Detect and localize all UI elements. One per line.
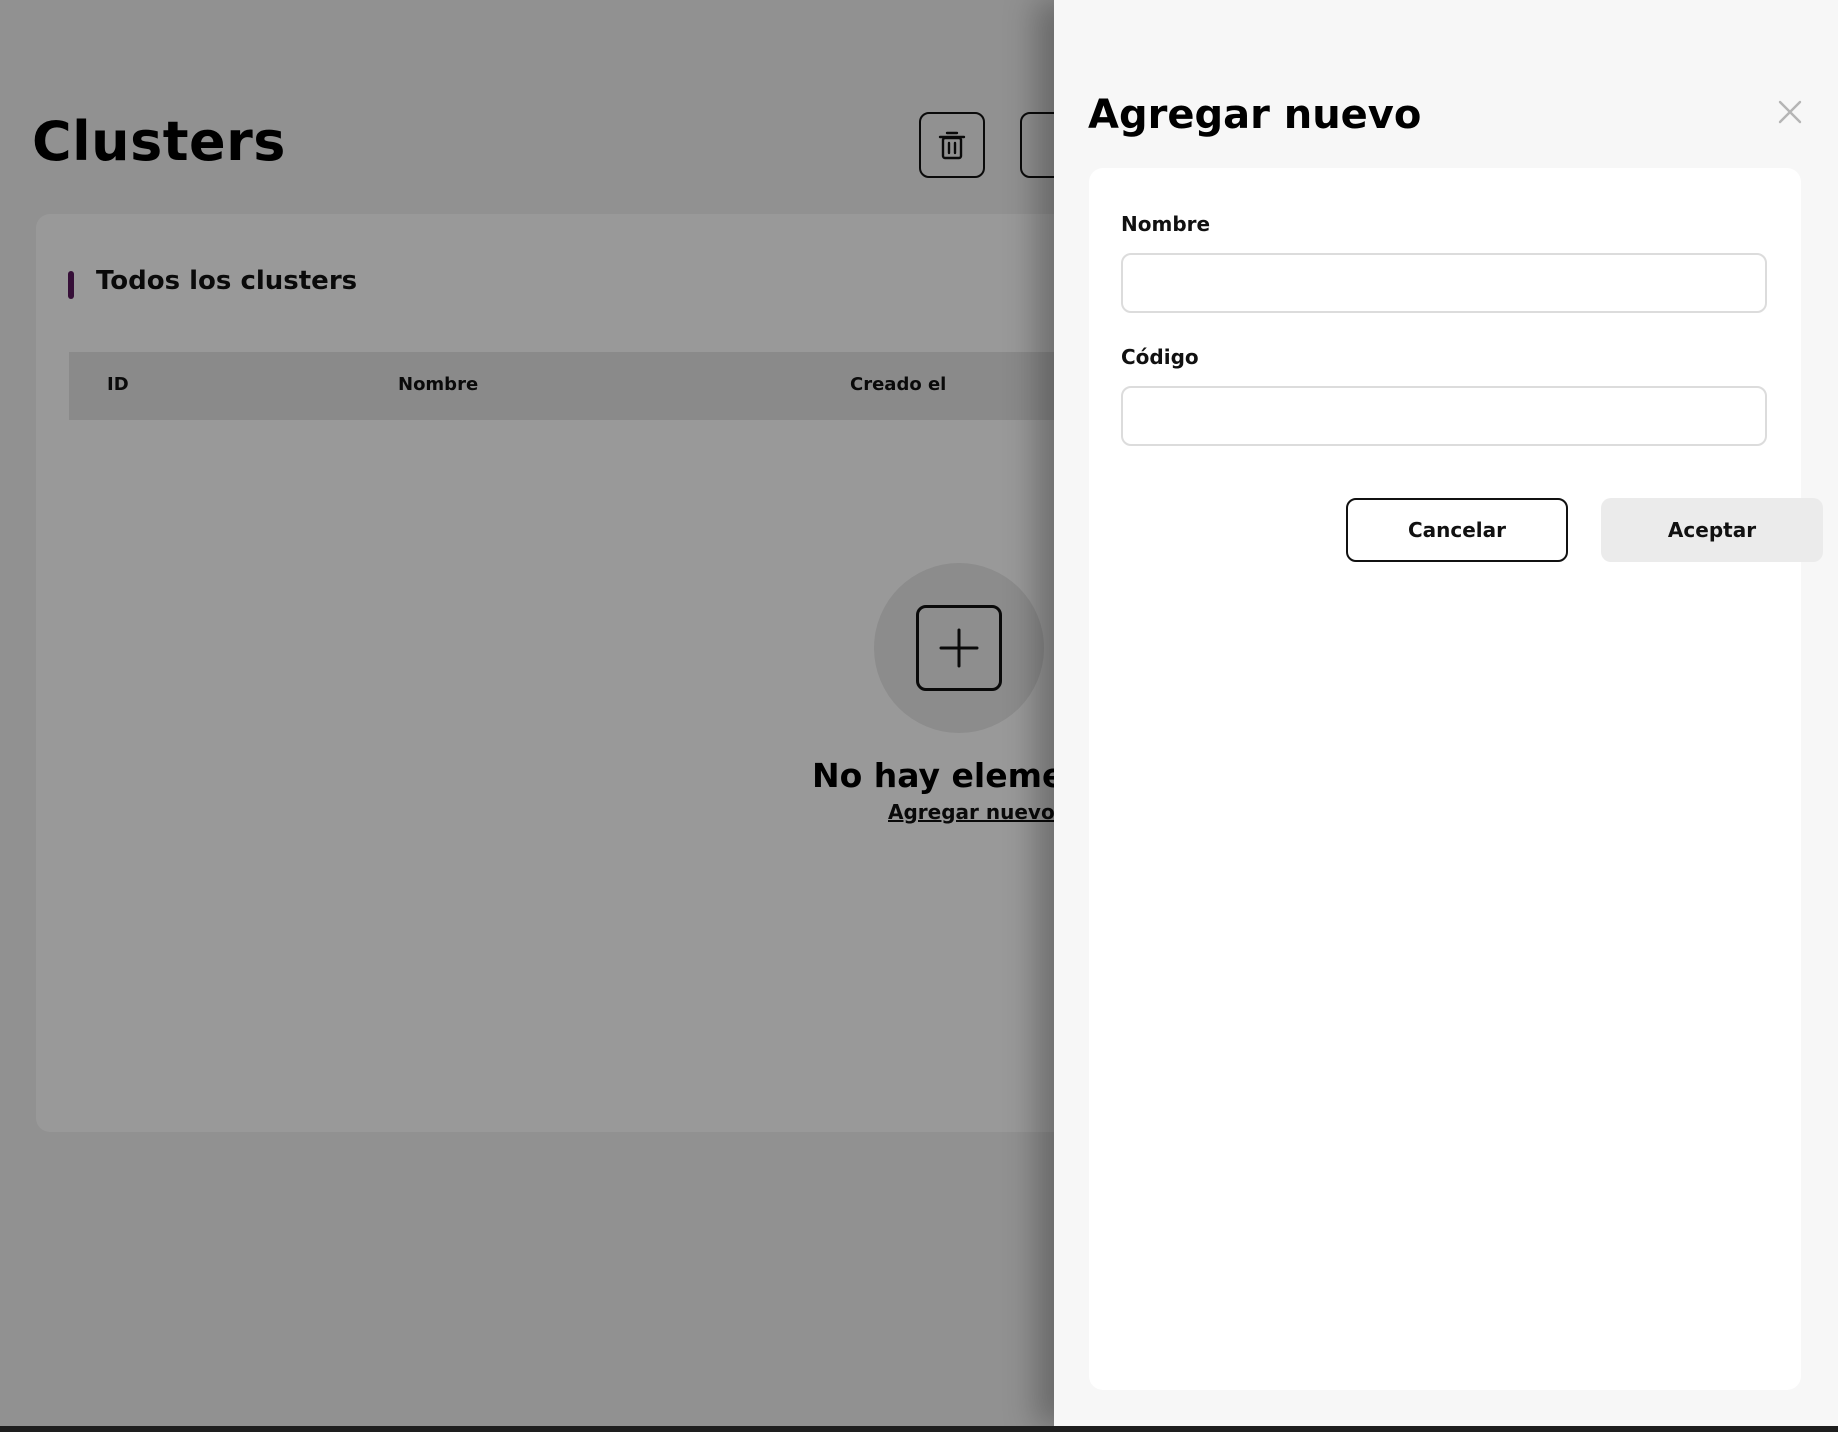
cancel-button[interactable]: Cancelar: [1346, 498, 1568, 562]
form-card: Nombre Código Cancelar Aceptar: [1089, 168, 1823, 1390]
nombre-input[interactable]: [1121, 253, 1767, 313]
close-icon: [1778, 100, 1802, 124]
codigo-label: Código: [1121, 345, 1199, 369]
nombre-label: Nombre: [1121, 212, 1211, 236]
accept-button[interactable]: Aceptar: [1601, 498, 1823, 562]
drawer-title: Agregar nuevo: [1088, 92, 1422, 138]
window-bottom-edge: [0, 1426, 1838, 1432]
codigo-input[interactable]: [1121, 386, 1767, 446]
add-new-drawer: Agregar nuevo Nombre Código Cancelar Ace…: [1054, 0, 1838, 1426]
close-button[interactable]: [1774, 96, 1806, 128]
